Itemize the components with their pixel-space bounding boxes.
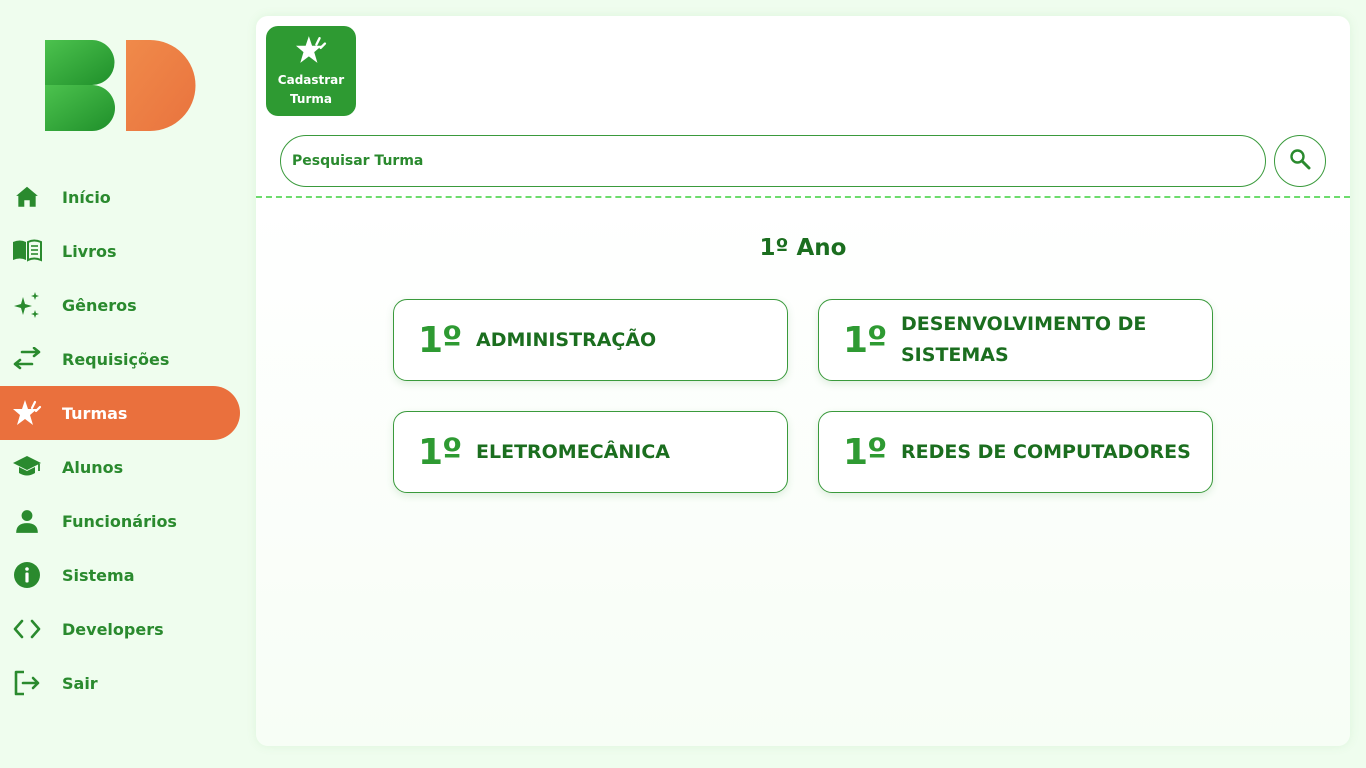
sidebar-item-sair[interactable]: Sair <box>0 656 240 710</box>
sidebar-item-label: Requisições <box>62 349 170 369</box>
sidebar-item-label: Funcionários <box>62 511 177 531</box>
register-label-line2: Turma <box>290 92 332 106</box>
class-year: 1º <box>418 431 462 473</box>
book-icon <box>12 236 42 266</box>
logout-icon <box>12 668 42 698</box>
class-name: ELETROMECÂNICA <box>476 440 670 463</box>
search-icon <box>1289 148 1311 174</box>
sidebar-item-inicio[interactable]: Início <box>0 170 240 224</box>
sidebar-item-label: Início <box>62 187 111 207</box>
search-button[interactable] <box>1274 135 1326 187</box>
swap-arrows-icon <box>12 344 42 374</box>
sidebar-item-funcionarios[interactable]: Funcionários <box>0 494 240 548</box>
main-panel: Cadastrar Turma 1º Ano 1º ADMINISTRAÇÃO … <box>256 16 1350 746</box>
sidebar-item-turmas[interactable]: Turmas <box>0 386 240 440</box>
class-card-administracao[interactable]: 1º ADMINISTRAÇÃO <box>393 299 788 381</box>
year-title: 1º Ano <box>759 235 847 261</box>
graduation-cap-icon <box>12 452 42 482</box>
search-input[interactable] <box>280 135 1266 187</box>
class-year: 1º <box>843 431 887 473</box>
sidebar-item-label: Turmas <box>62 403 128 423</box>
sidebar-item-developers[interactable]: Developers <box>0 602 240 656</box>
class-name: DESENVOLVIMENTO DE SISTEMAS <box>901 313 1147 366</box>
sidebar-item-label: Gêneros <box>62 295 137 315</box>
star-icon <box>12 398 42 428</box>
sidebar-nav: Início Livros Gêneros Requisições Turmas <box>0 170 240 710</box>
sidebar-item-label: Developers <box>62 619 164 639</box>
sidebar-item-requisicoes[interactable]: Requisições <box>0 332 240 386</box>
register-label-line1: Cadastrar <box>277 73 345 87</box>
sidebar-item-livros[interactable]: Livros <box>0 224 240 278</box>
sidebar-item-label: Livros <box>62 241 117 261</box>
sidebar-item-generos[interactable]: Gêneros <box>0 278 240 332</box>
divider <box>256 196 1350 198</box>
sparkles-icon <box>12 290 42 320</box>
person-icon <box>12 506 42 536</box>
bd-logo <box>44 40 196 131</box>
class-year: 1º <box>418 319 462 361</box>
class-card-redes-de-computadores[interactable]: 1º REDES DE COMPUTADORES <box>818 411 1213 493</box>
register-class-button[interactable]: Cadastrar Turma <box>266 26 356 116</box>
class-name: ADMINISTRAÇÃO <box>476 328 657 351</box>
sidebar-item-sistema[interactable]: Sistema <box>0 548 240 602</box>
sidebar: Início Livros Gêneros Requisições Turmas <box>0 0 256 768</box>
class-name: REDES DE COMPUTADORES <box>901 440 1191 463</box>
code-icon <box>12 614 42 644</box>
info-icon <box>12 560 42 590</box>
sidebar-item-label: Sistema <box>62 565 135 585</box>
register-button-label: Cadastrar Turma <box>278 71 344 109</box>
sidebar-item-alunos[interactable]: Alunos <box>0 440 240 494</box>
class-year: 1º <box>843 319 887 361</box>
class-card-desenvolvimento-de-sistemas[interactable]: 1º DESENVOLVIMENTO DE SISTEMAS <box>818 299 1213 381</box>
sidebar-item-label: Sair <box>62 673 98 693</box>
class-card-eletromecanica[interactable]: 1º ELETROMECÂNICA <box>393 411 788 493</box>
sidebar-item-label: Alunos <box>62 457 124 477</box>
home-icon <box>12 182 42 212</box>
star-icon <box>294 35 328 69</box>
